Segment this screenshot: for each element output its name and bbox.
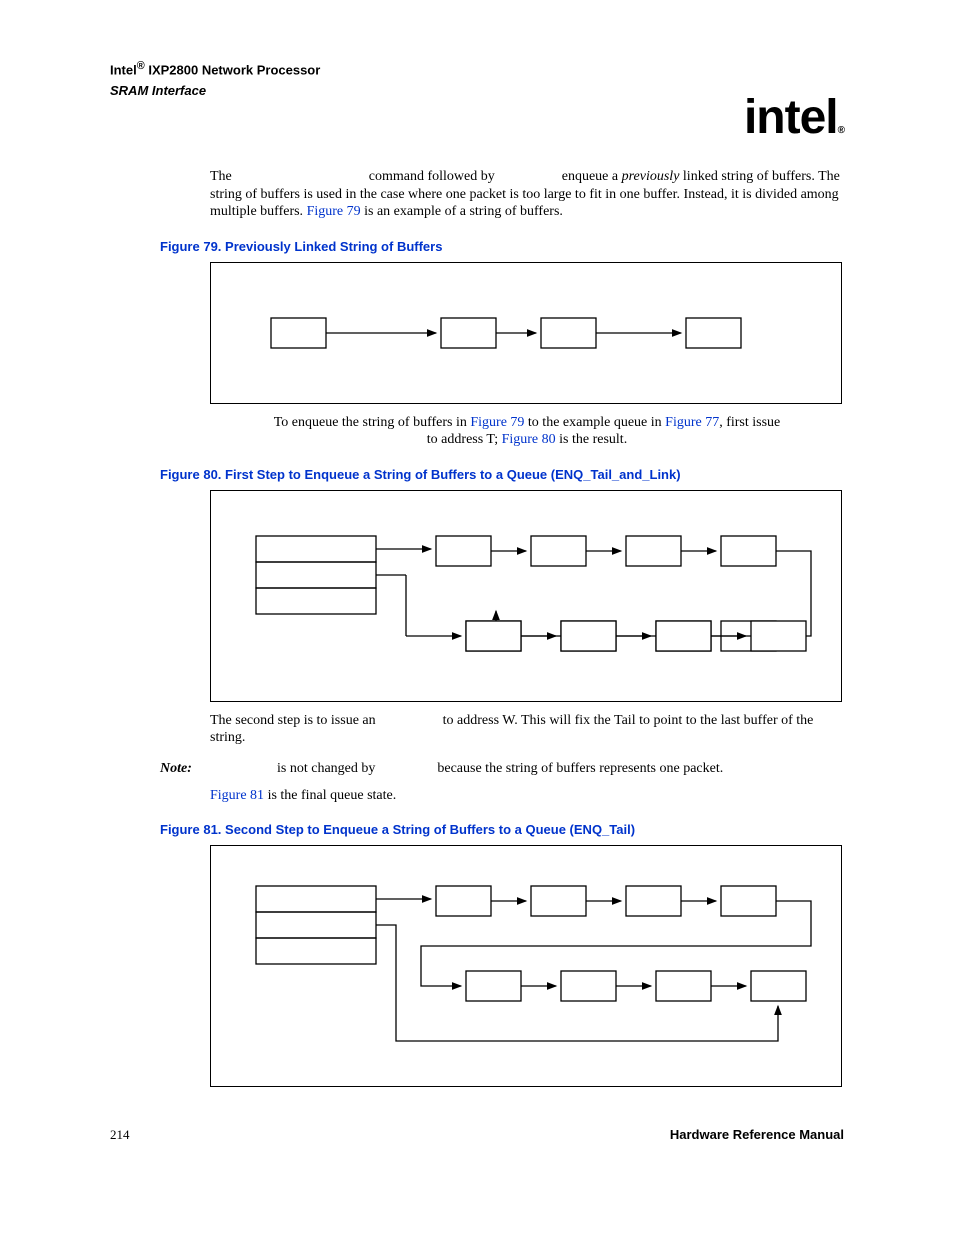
intel-logo: intel® (744, 90, 844, 145)
p2-t4: to address T; (427, 432, 502, 447)
p4-t1: is the final queue state. (264, 788, 396, 803)
p1-link[interactable]: Figure 79 (307, 204, 361, 219)
figure-79 (210, 262, 842, 404)
page-number: 214 (110, 1127, 130, 1143)
header-line1: Intel® IXP2800 Network Processor (110, 60, 844, 77)
p1-t2: command followed by (369, 169, 498, 184)
figure-81-svg (211, 846, 841, 1086)
p2-link1[interactable]: Figure 79 (470, 415, 524, 430)
p2-t2: to the example queue in (524, 415, 665, 430)
p1-italic: previously (622, 169, 680, 184)
p2-link3[interactable]: Figure 80 (502, 432, 556, 447)
header-rest: IXP2800 Network Processor (145, 62, 321, 77)
paragraph-3: The second step is to issue an to addres… (210, 712, 844, 747)
logo-text: intel (744, 91, 838, 144)
note-label: Note: (160, 761, 210, 777)
p1-t3: enqueue a (562, 169, 622, 184)
p4-link[interactable]: Figure 81 (210, 788, 264, 803)
p1-t1: The (210, 169, 235, 184)
note: Note: is not changed by because the stri… (160, 761, 844, 777)
header-sup: ® (137, 60, 145, 72)
note-t1: is not changed by (277, 761, 379, 776)
paragraph-1: The command followed by enqueue a previo… (210, 168, 844, 221)
paragraph-4: Figure 81 is the final queue state. (210, 787, 844, 805)
figure-81-caption: Figure 81. Second Step to Enqueue a Stri… (160, 822, 844, 837)
header-prefix: Intel (110, 62, 137, 77)
p2-t5: is the result. (556, 432, 628, 447)
page-footer: 214 Hardware Reference Manual (110, 1127, 844, 1143)
note-t2: because the string of buffers represents… (437, 761, 723, 776)
figure-81 (210, 845, 842, 1087)
figure-79-caption: Figure 79. Previously Linked String of B… (160, 239, 844, 254)
paragraph-2: To enqueue the string of buffers in Figu… (210, 414, 844, 449)
p3-t1: The second step is to issue an (210, 713, 379, 728)
p2-t1: To enqueue the string of buffers in (274, 415, 471, 430)
page-header: Intel® IXP2800 Network Processor SRAM In… (110, 60, 844, 98)
footer-title: Hardware Reference Manual (670, 1127, 844, 1143)
p2-link2[interactable]: Figure 77 (665, 415, 719, 430)
logo-r: ® (838, 125, 844, 136)
p1-t5: is an example of a string of buffers. (361, 204, 563, 219)
page: Intel® IXP2800 Network Processor SRAM In… (0, 0, 954, 1183)
figure-80-svg (211, 491, 841, 701)
figure-79-svg (211, 263, 841, 403)
header-line2: SRAM Interface (110, 83, 844, 98)
figure-80 (210, 490, 842, 702)
p2-t3: , first issue (719, 415, 780, 430)
figure-80-caption: Figure 80. First Step to Enqueue a Strin… (160, 467, 844, 482)
